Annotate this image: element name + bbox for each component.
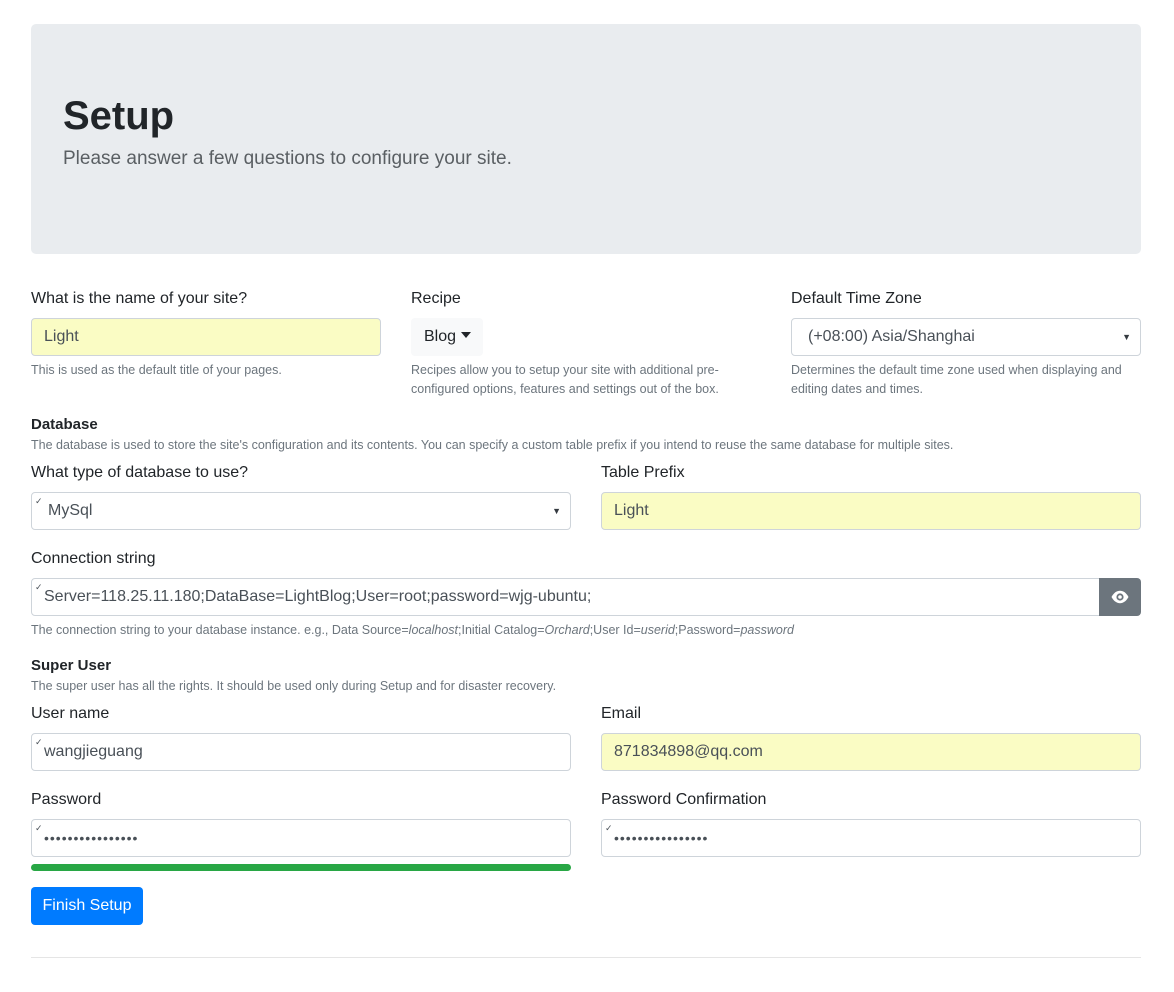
timezone-help-line-1: Determines the default time zone used wh… <box>791 363 1122 377</box>
conn-help-user: userid <box>640 623 675 637</box>
conn-help-text: ;Password= <box>674 623 741 637</box>
conn-help-text: ;User Id= <box>589 623 641 637</box>
page-title: Setup <box>63 94 175 138</box>
check-icon: ✓ <box>35 737 43 747</box>
page-subtitle: Please answer a few questions to configu… <box>63 148 512 169</box>
check-icon: ✓ <box>605 823 613 833</box>
recipe-value: Blog <box>424 328 457 345</box>
check-icon: ✓ <box>35 582 43 592</box>
header-jumbotron: Setup Please answer a few questions to c… <box>31 24 1141 254</box>
table-prefix-input[interactable]: Light <box>601 492 1141 530</box>
database-section-help: The database is used to store the site's… <box>31 438 954 452</box>
table-prefix-label: Table Prefix <box>601 464 685 481</box>
conn-help-password: password <box>740 623 794 637</box>
show-password-button[interactable] <box>1099 578 1141 616</box>
connection-string-input[interactable]: ✓ Server=118.25.11.180;DataBase=LightBlo… <box>31 578 1100 616</box>
footer-divider <box>31 957 1141 958</box>
email-label: Email <box>601 705 642 722</box>
password-input[interactable]: ✓ •••••••••••••••• <box>31 819 571 857</box>
password-value: •••••••••••••••• <box>44 830 139 846</box>
timezone-select[interactable]: (+08:00) Asia/Shanghai ▼ <box>791 318 1141 356</box>
database-section-title: Database <box>31 416 98 433</box>
connection-string-label: Connection string <box>31 550 156 567</box>
recipe-help-line-2: configured options, features and setting… <box>411 382 719 396</box>
conn-help-text: The connection string to your database i… <box>31 623 409 637</box>
site-name-help: This is used as the default title of you… <box>31 363 282 377</box>
database-type-label: What type of database to use? <box>31 464 249 481</box>
superuser-section-title: Super User <box>31 657 112 674</box>
site-name-input[interactable]: Light <box>31 318 381 356</box>
timezone-help-line-2: editing dates and times. <box>791 382 924 396</box>
finish-setup-button[interactable]: Finish Setup <box>31 887 143 925</box>
password-confirm-value: •••••••••••••••• <box>614 830 709 846</box>
password-label: Password <box>31 791 102 808</box>
caret-down-icon <box>461 331 472 338</box>
recipe-help-line-1: Recipes allow you to setup your site wit… <box>411 363 719 377</box>
conn-help-text: ;Initial Catalog= <box>458 623 545 637</box>
email-input[interactable]: 871834898@qq.com <box>601 733 1141 771</box>
check-icon: ✓ <box>35 496 43 506</box>
conn-help-source: localhost <box>408 623 459 637</box>
username-label: User name <box>31 705 110 722</box>
superuser-section-help: The super user has all the rights. It sh… <box>31 679 557 693</box>
password-confirm-input[interactable]: ✓ •••••••••••••••• <box>601 819 1141 857</box>
recipe-label: Recipe <box>411 290 461 307</box>
username-value: wangjieguang <box>44 743 143 760</box>
chevron-down-icon: ▼ <box>552 506 561 516</box>
site-name-label: What is the name of your site? <box>31 290 248 307</box>
password-strength-bar <box>31 864 571 871</box>
timezone-value: (+08:00) Asia/Shanghai <box>808 328 975 345</box>
connection-string-value: Server=118.25.11.180;DataBase=LightBlog;… <box>44 588 592 605</box>
password-confirm-label: Password Confirmation <box>601 791 767 808</box>
timezone-label: Default Time Zone <box>791 290 922 307</box>
database-type-value: MySql <box>48 502 93 519</box>
check-icon: ✓ <box>35 823 43 833</box>
connection-string-help: The connection string to your database i… <box>31 621 794 640</box>
username-input[interactable]: ✓ wangjieguang <box>31 733 571 771</box>
chevron-down-icon: ▼ <box>1122 332 1131 342</box>
database-type-select[interactable]: ✓ MySql ▼ <box>31 492 571 530</box>
eye-icon <box>1111 590 1129 604</box>
recipe-dropdown-button[interactable]: Blog <box>411 318 483 356</box>
conn-help-catalog: Orchard <box>544 623 590 637</box>
